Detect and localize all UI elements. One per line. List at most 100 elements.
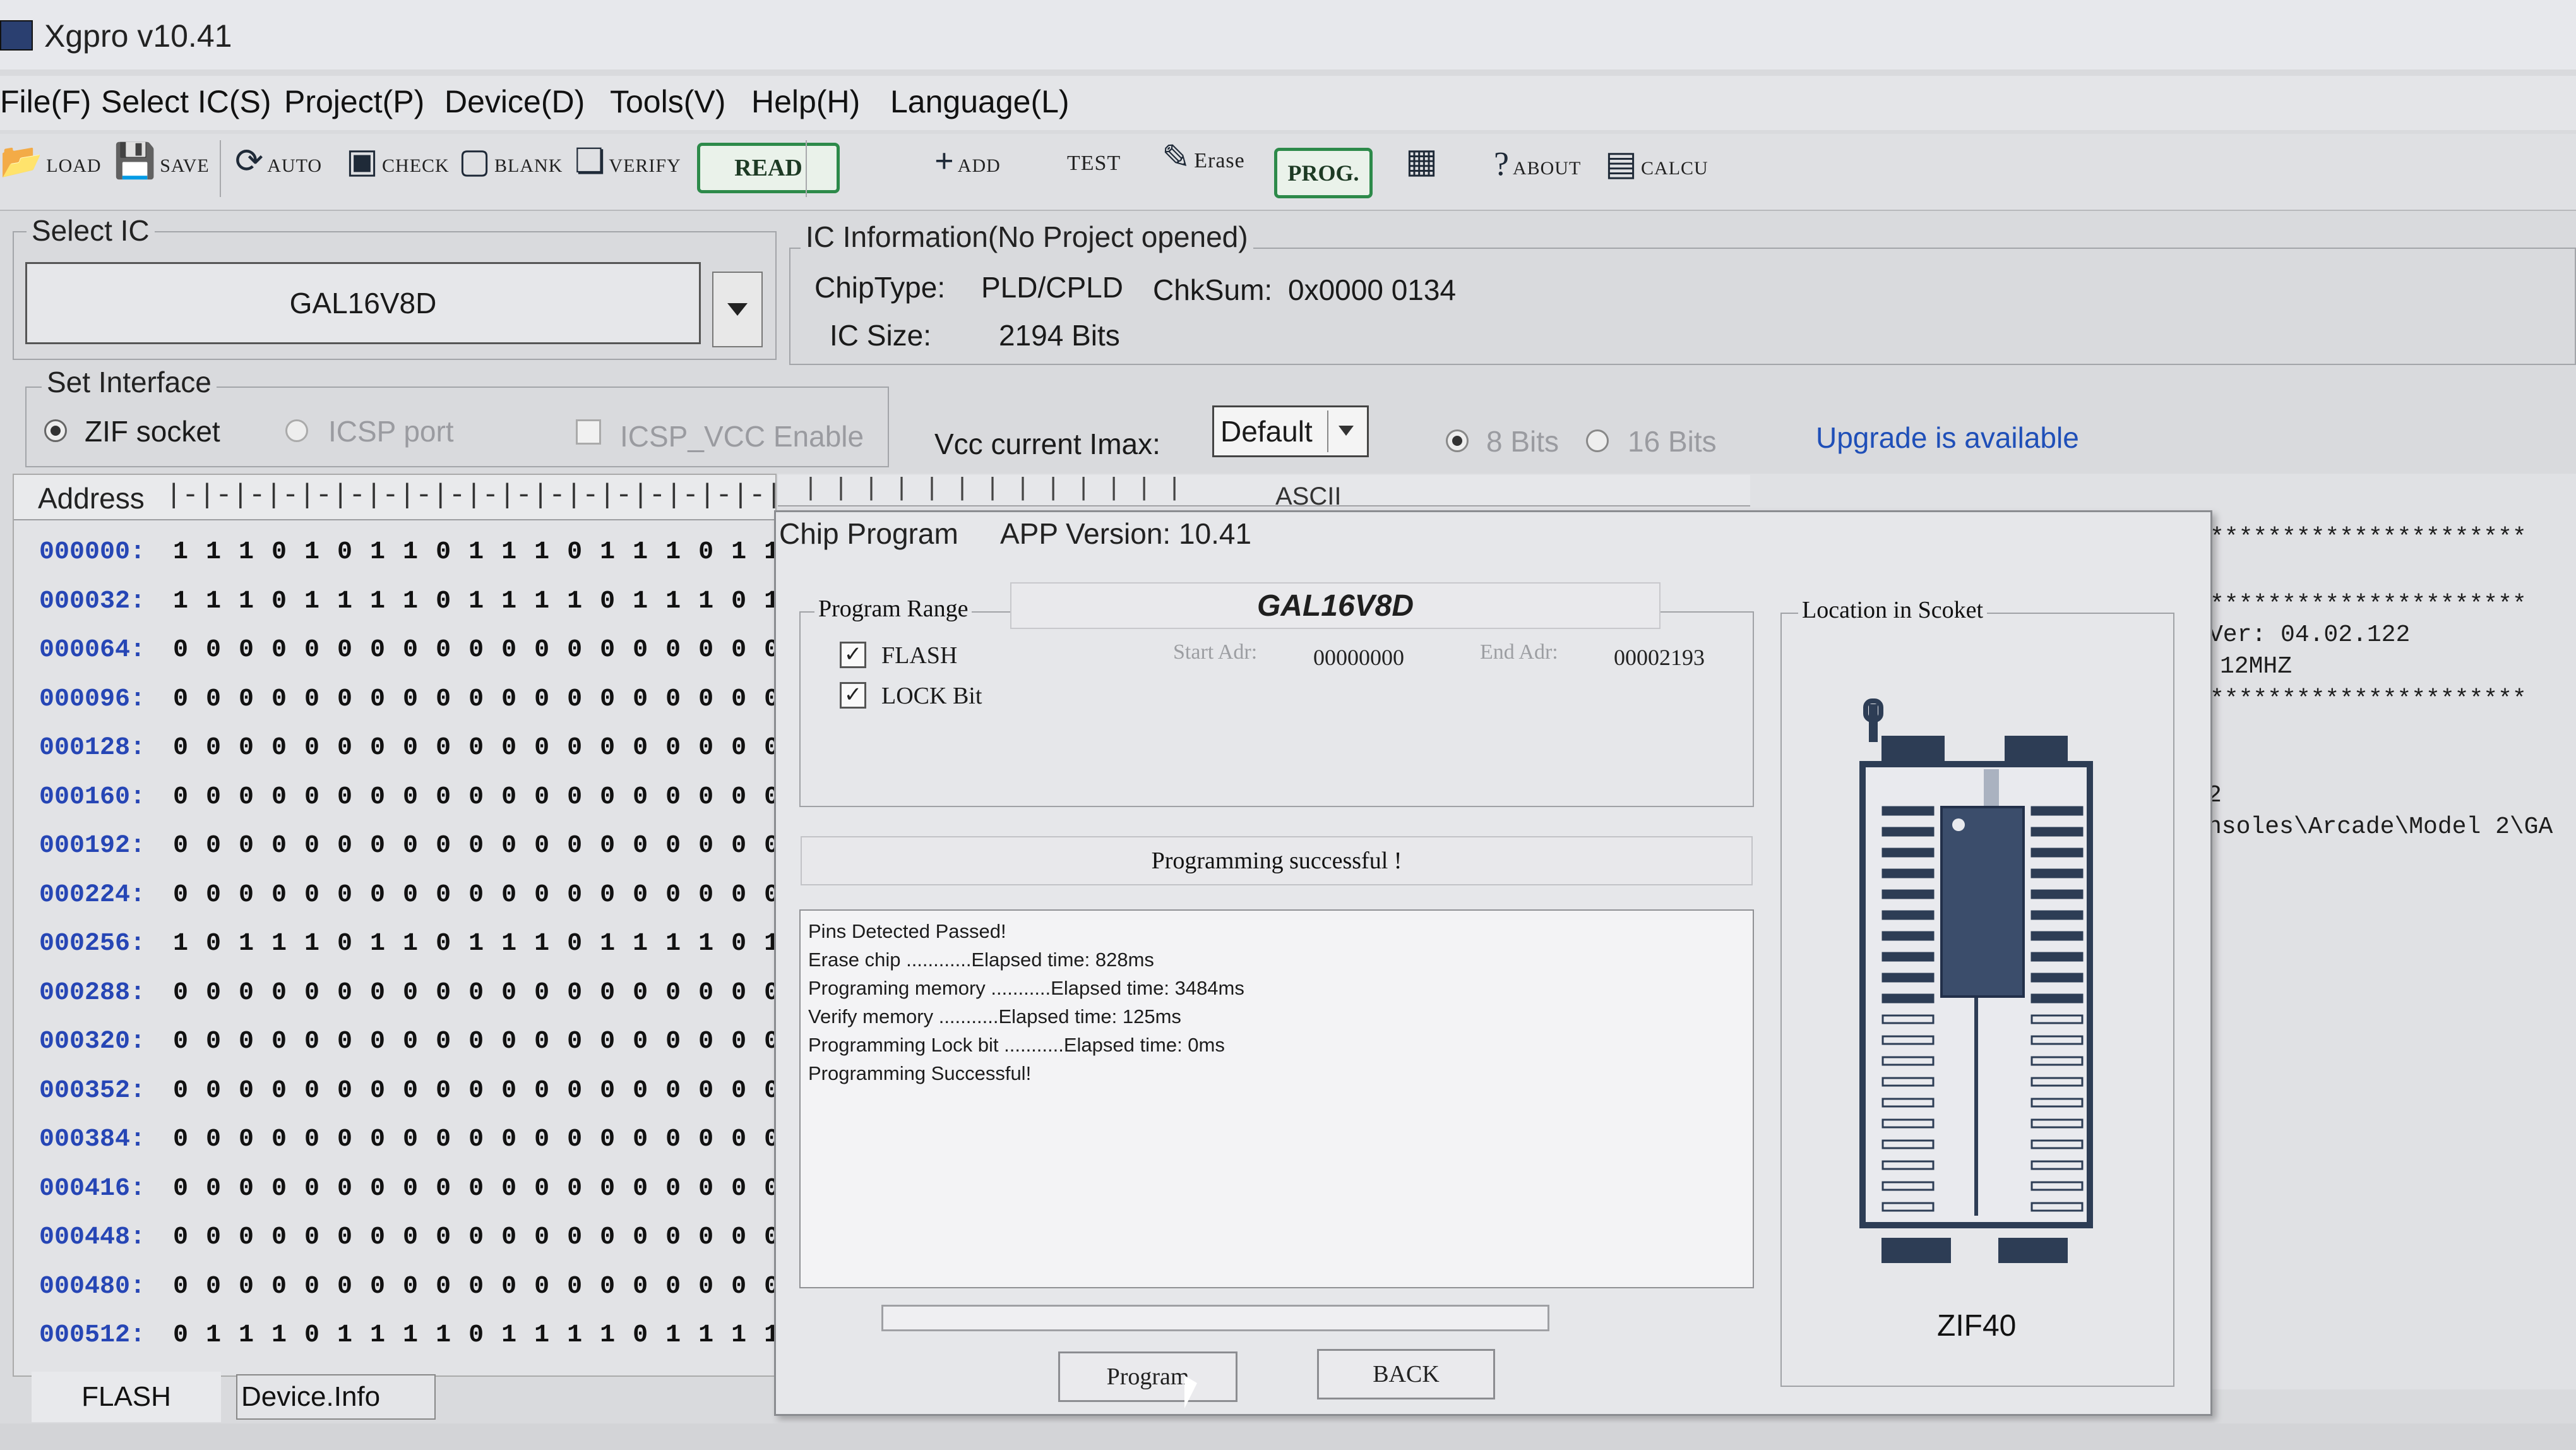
dialog-app-version: APP Version: 10.41 bbox=[1000, 517, 1252, 550]
grid-row: 000064: 0 0 0 0 0 0 0 0 0 0 0 0 0 0 0 0 0… bbox=[14, 636, 775, 674]
program-status: Programming successful ! bbox=[801, 836, 1753, 885]
menu-language[interactable]: Language(L) bbox=[890, 83, 1070, 120]
vcc-current-label: Vcc current Imax: bbox=[934, 428, 1160, 460]
upgrade-link[interactable]: Upgrade is available bbox=[1816, 421, 2079, 455]
check-id-icon: ▣ bbox=[346, 142, 379, 180]
row-bits: 0 1 1 1 0 1 1 1 1 0 1 1 1 1 0 1 1 1 1 bbox=[173, 1321, 777, 1350]
menu-help[interactable]: Help(H) bbox=[751, 83, 860, 120]
load-button[interactable]: 📂 LOAD bbox=[0, 144, 102, 178]
address-header: Address bbox=[38, 482, 145, 515]
row-bits: 0 0 0 0 0 0 0 0 0 0 0 0 0 0 0 0 0 0 0 bbox=[173, 1028, 777, 1056]
socket-pin bbox=[2030, 952, 2084, 962]
ic-information-title: IC Information(No Project opened) bbox=[801, 220, 1253, 254]
row-address: 000416: bbox=[39, 1174, 146, 1203]
start-address-label: Start Adr: bbox=[1173, 640, 1258, 664]
vcc-dropdown-button[interactable] bbox=[1327, 410, 1364, 452]
grid-row: 000416: 0 0 0 0 0 0 0 0 0 0 0 0 0 0 0 0 0… bbox=[14, 1175, 775, 1213]
icsp-port-label: ICSP port bbox=[328, 415, 454, 448]
ic-select-input[interactable]: GAL16V8D bbox=[25, 262, 701, 344]
log-stars-line: ********************** bbox=[2210, 686, 2527, 713]
status-strip bbox=[0, 1423, 2576, 1450]
calcu-button[interactable]: ▤ CALCU bbox=[1605, 147, 1708, 181]
8-bits-radio[interactable] bbox=[1446, 429, 1469, 452]
calculator-icon: ▤ bbox=[1605, 145, 1638, 183]
16-bits-radio[interactable] bbox=[1586, 429, 1609, 452]
socket-pin bbox=[1881, 931, 1935, 941]
socket-pin bbox=[1881, 806, 1935, 816]
socket-pin bbox=[1881, 889, 1935, 899]
menu-project[interactable]: Project(P) bbox=[284, 83, 424, 120]
program-progress-bar bbox=[881, 1305, 1549, 1331]
zif-lever-icon bbox=[1863, 698, 1883, 742]
grid-row: 000320: 0 0 0 0 0 0 0 0 0 0 0 0 0 0 0 0 0… bbox=[14, 1028, 775, 1065]
buffer-grid[interactable]: Address |-|-|-|-|-|-|-|-|-|-|-|-|-|-|-|-… bbox=[13, 474, 777, 1377]
column-header-dashes: |-|-|-|-|-|-|-|-|-|-|-|-|-|-|-|-|-|-|-|- bbox=[165, 480, 777, 512]
auto-icon: ⟳ bbox=[235, 142, 264, 180]
floppy-disk-icon: 💾 bbox=[114, 142, 157, 180]
socket-pin bbox=[1881, 848, 1935, 858]
menu-file[interactable]: File(F) bbox=[0, 83, 91, 120]
grid-row: 000032: 1 1 1 0 1 1 1 1 0 1 1 1 1 0 1 1 1… bbox=[14, 587, 775, 625]
start-address-value: 00000000 bbox=[1313, 645, 1404, 670]
chip-type-label: ChipType: bbox=[814, 271, 946, 304]
lock-bit-checkbox[interactable]: ✓ bbox=[840, 682, 866, 709]
window-title: Xgpro v10.41 bbox=[44, 18, 232, 54]
back-button[interactable]: BACK bbox=[1317, 1349, 1495, 1399]
socket-type-label: ZIF40 bbox=[1937, 1309, 2017, 1343]
flash-checkbox[interactable]: ✓ bbox=[840, 642, 866, 668]
mouse-cursor-icon bbox=[1184, 1375, 1197, 1408]
menu-tools[interactable]: Tools(V) bbox=[610, 83, 725, 120]
zif-socket-radio[interactable] bbox=[44, 419, 67, 442]
erase-button[interactable]: ✎ Erase bbox=[1162, 140, 1245, 174]
tab-flash[interactable]: FLASH bbox=[32, 1372, 221, 1422]
row-bits: 0 0 0 0 0 0 0 0 0 0 0 0 0 0 0 0 0 0 0 bbox=[173, 880, 777, 909]
verify-icon: ❏ bbox=[575, 142, 605, 180]
verify-button[interactable]: ❏ VERIFY bbox=[575, 144, 681, 178]
menu-select-ic[interactable]: Select IC(S) bbox=[101, 83, 271, 120]
row-address: 000160: bbox=[39, 782, 146, 812]
tab-device-info[interactable]: Device.Info bbox=[236, 1374, 436, 1420]
add-button[interactable]: + ADD bbox=[934, 144, 1001, 178]
grid-row: 000000: 1 1 1 0 1 0 1 1 0 1 1 1 0 1 1 1 0… bbox=[14, 538, 775, 576]
ic-dropdown-button[interactable] bbox=[712, 272, 763, 347]
read-button[interactable]: READ bbox=[697, 143, 840, 193]
row-bits: 0 0 0 0 0 0 0 0 0 0 0 0 0 0 0 0 0 0 0 bbox=[173, 685, 777, 714]
blank-button[interactable]: ▢ BLANK bbox=[458, 144, 563, 178]
program-range-title: Program Range bbox=[814, 595, 972, 623]
end-address-value: 00002193 bbox=[1614, 645, 1705, 670]
save-button[interactable]: 💾 SAVE bbox=[114, 144, 210, 178]
folder-open-icon: 📂 bbox=[0, 142, 43, 180]
row-bits: 1 0 1 1 1 0 1 1 0 1 1 1 0 1 1 1 1 0 1 bbox=[173, 930, 777, 958]
auto-button[interactable]: ⟳ AUTO bbox=[235, 144, 322, 178]
chip-settings-button[interactable]: ▦ bbox=[1405, 144, 1438, 178]
check-button[interactable]: ▣ CHECK bbox=[346, 144, 450, 178]
ic-size-label: IC Size: bbox=[830, 319, 932, 352]
log-line: Pins Detected Passed! bbox=[808, 920, 1006, 942]
checksum-value: 0x0000 0134 bbox=[1288, 273, 1457, 306]
log-line: Programming Lock bit ...........Elapsed … bbox=[808, 1034, 1225, 1056]
erase-icon: ✎ bbox=[1162, 138, 1191, 176]
program-log: Pins Detected Passed! Erase chip .......… bbox=[799, 909, 1754, 1288]
grid-row: 000480: 0 0 0 0 0 0 0 0 0 0 0 0 0 0 0 0 0… bbox=[14, 1273, 775, 1310]
program-button[interactable]: Program bbox=[1058, 1351, 1237, 1402]
socket-pin bbox=[2030, 889, 2084, 899]
prog-button[interactable]: PROG. bbox=[1274, 148, 1373, 198]
icsp-port-radio[interactable] bbox=[285, 419, 308, 442]
grid-header: Address |-|-|-|-|-|-|-|-|-|-|-|-|-|-|-|-… bbox=[14, 475, 775, 520]
icsp-vcc-label: ICSP_VCC Enable bbox=[620, 420, 864, 453]
row-bits: 0 0 0 0 0 0 0 0 0 0 0 0 0 0 0 0 0 0 0 bbox=[173, 832, 777, 860]
app-icon bbox=[0, 20, 33, 51]
plus-icon: + bbox=[934, 142, 954, 180]
socket-pin bbox=[1881, 868, 1935, 878]
row-address: 000032: bbox=[39, 587, 146, 616]
about-button[interactable]: ? ABOUT bbox=[1494, 147, 1581, 181]
icsp-vcc-checkbox[interactable] bbox=[576, 419, 601, 445]
socket-pin bbox=[1881, 827, 1935, 837]
chip-icon: ▦ bbox=[1405, 142, 1438, 180]
socket-pin bbox=[2030, 931, 2084, 941]
chip-name-banner: GAL16V8D bbox=[1010, 582, 1661, 629]
grid-row: 000128: 0 0 0 0 0 0 0 0 0 0 0 0 0 0 0 0 0… bbox=[14, 734, 775, 772]
row-bits: 0 0 0 0 0 0 0 0 0 0 0 0 0 0 0 0 0 0 0 bbox=[173, 1174, 777, 1203]
test-button[interactable]: TEST bbox=[1067, 152, 1121, 177]
menu-device[interactable]: Device(D) bbox=[444, 83, 585, 120]
